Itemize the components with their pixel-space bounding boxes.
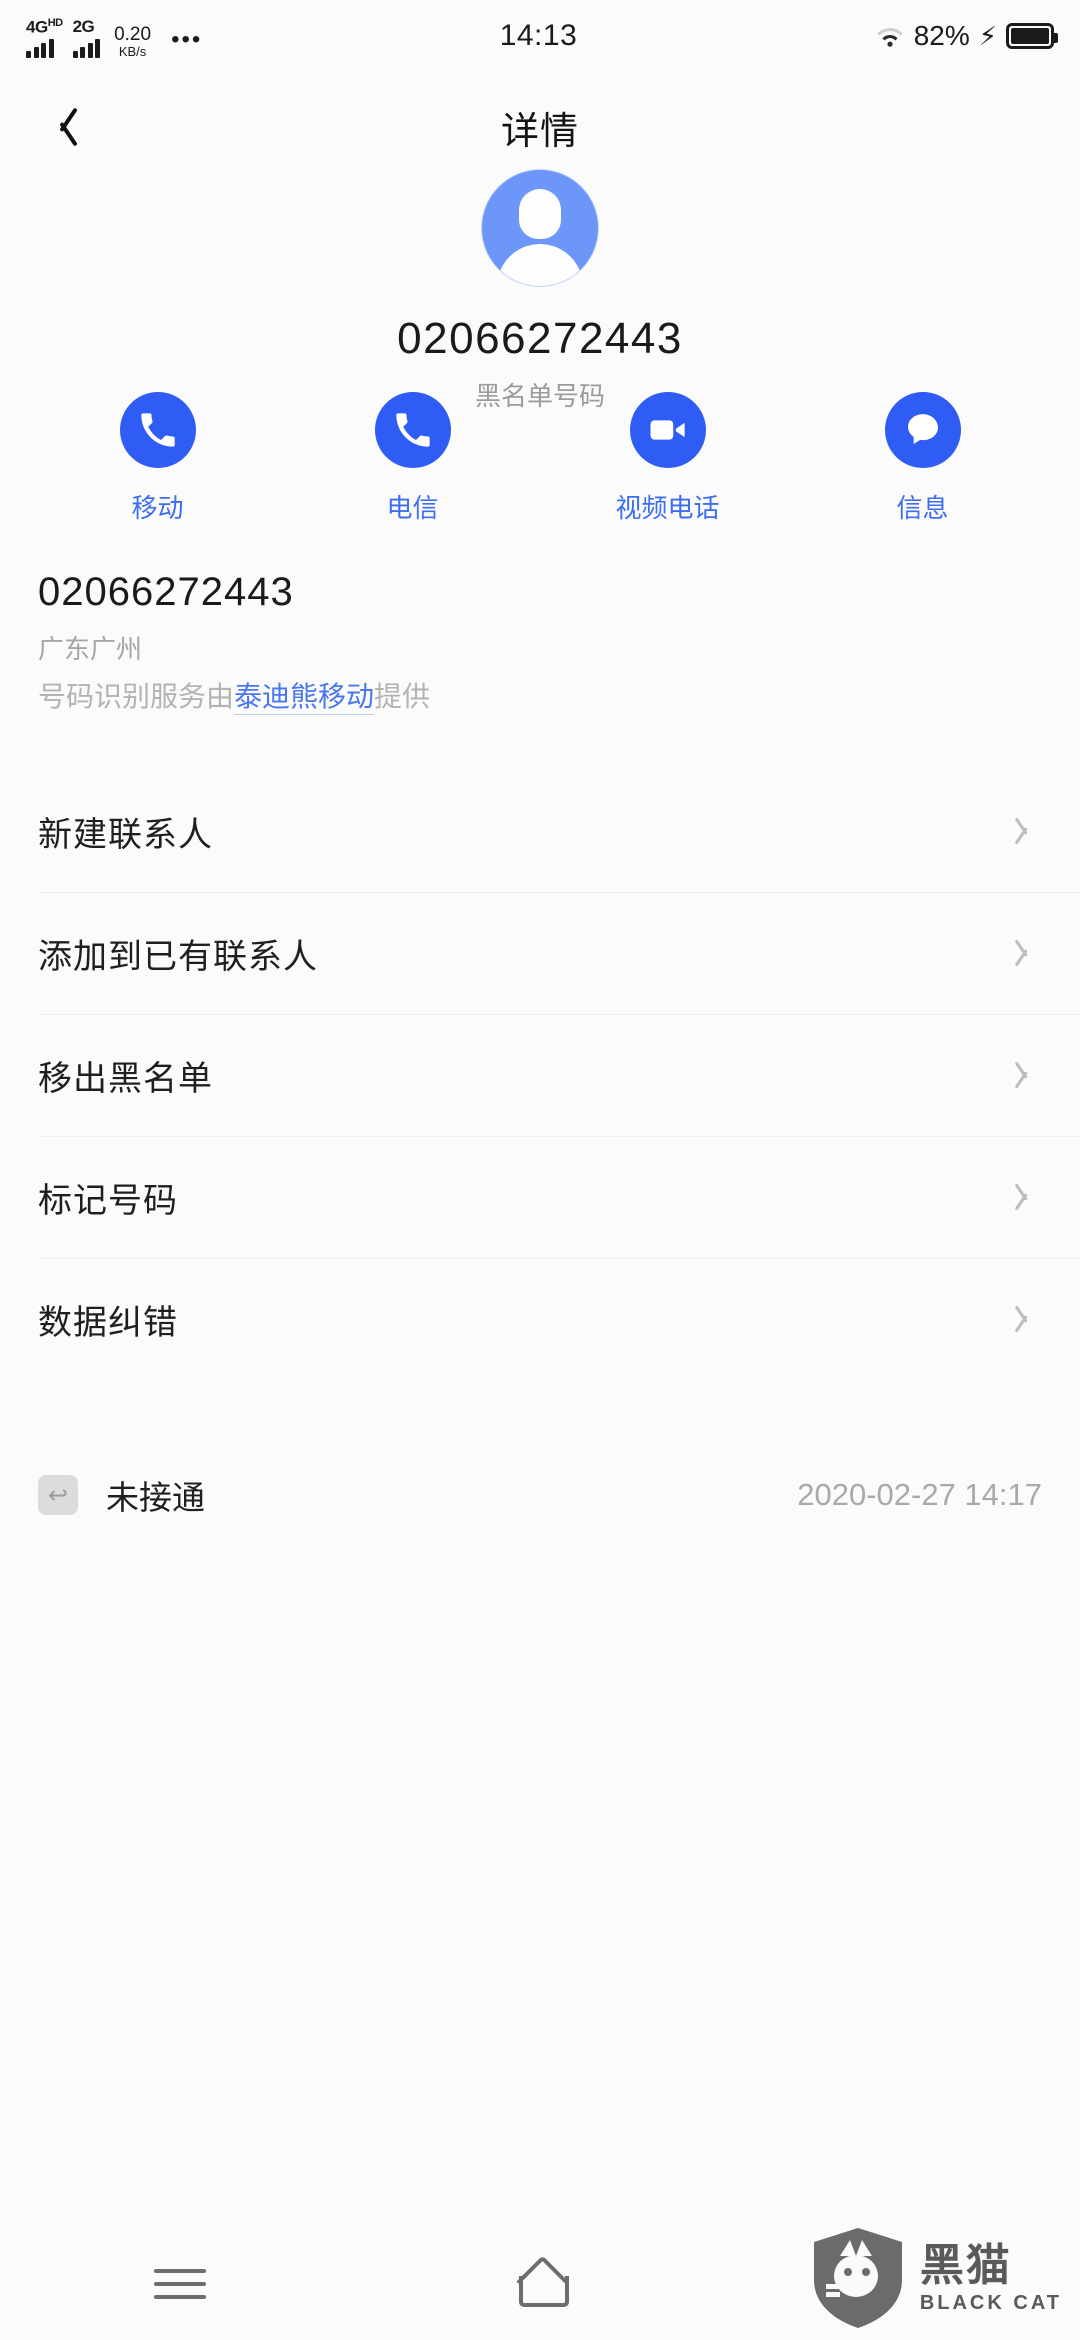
watermark-text: 黑猫 BLACK CAT: [919, 2240, 1062, 2314]
number-info-location: 广东广州: [38, 634, 143, 664]
home-icon: [512, 2261, 569, 2307]
status-bar: 4GHD 2G 0.20 KB/s ••• 14:13 82% ⚡: [0, 0, 1080, 72]
provider-note: 号码识别服务由泰迪熊移动提供: [38, 675, 1042, 715]
sim2-network-label: 2G: [72, 17, 95, 37]
action-label: 视频电话: [615, 493, 720, 523]
black-cat-shield-icon: [813, 2228, 902, 2328]
action-label: 电信: [386, 493, 439, 523]
provider-note-prefix: 号码识别服务由: [38, 681, 235, 712]
number-info-value: 02066272443: [38, 570, 294, 614]
missed-call-icon: ↩: [38, 1475, 78, 1515]
phone-icon: [119, 392, 196, 468]
action-label: 信息: [896, 493, 949, 523]
person-avatar-icon-head: [519, 189, 561, 239]
chevron-right-icon: [1016, 1303, 1034, 1335]
battery-percent-label: 82%: [913, 20, 970, 51]
menu-item-mark-number[interactable]: 标记号码: [0, 1136, 1080, 1258]
menu-item-label: 添加到已有联系人: [38, 937, 318, 976]
status-bar-right: 82% ⚡: [875, 20, 1058, 52]
action-button-telecom[interactable]: 电信: [285, 392, 540, 525]
status-bar-clock: 14:13: [499, 19, 578, 52]
sim2-signal-bars-icon: [72, 38, 101, 59]
menu-item-label: 标记号码: [38, 1181, 178, 1220]
network-speed: 0.20 KB/s: [114, 23, 152, 59]
call-log-timestamp: 2020-02-27 14:17: [797, 1477, 1042, 1512]
menu-item-label: 新建联系人: [38, 815, 213, 854]
nav-recents-button[interactable]: [0, 2228, 360, 2340]
action-button-mobile[interactable]: 移动: [30, 392, 285, 525]
phone-icon: [374, 392, 451, 468]
watermark-en: BLACK CAT: [919, 2291, 1062, 2314]
sim1-network-label: 4GHD: [26, 16, 63, 37]
battery-icon: [1006, 23, 1058, 49]
menu-item-label: 移出黑名单: [38, 1059, 213, 1098]
action-label: 移动: [131, 493, 184, 523]
message-bubble-icon: [884, 392, 961, 468]
menu-item-new-contact[interactable]: 新建联系人: [0, 770, 1080, 892]
menu-item-label: 数据纠错: [38, 1303, 178, 1342]
chevron-right-icon: [1016, 1181, 1034, 1213]
status-overflow-icon: •••: [171, 26, 203, 54]
menu-item-report-data-error[interactable]: 数据纠错: [0, 1258, 1080, 1380]
number-info: 02066272443 广东广州: [38, 570, 1042, 666]
menu-item-remove-from-blacklist[interactable]: 移出黑名单: [0, 1014, 1080, 1136]
nav-home-button[interactable]: [360, 2228, 720, 2340]
action-button-video-call[interactable]: 视频电话: [540, 392, 795, 525]
sim1-signal: 4GHD: [26, 14, 63, 59]
status-bar-left: 4GHD 2G 0.20 KB/s •••: [26, 14, 202, 59]
call-log-status: 未接通: [106, 1479, 205, 1516]
action-button-message[interactable]: 信息: [795, 392, 1050, 525]
network-speed-value: 0.20: [114, 23, 152, 45]
network-speed-unit: KB/s: [118, 43, 147, 59]
menu-icon: [154, 2269, 206, 2299]
wifi-icon: [876, 28, 903, 47]
charging-bolt-icon: ⚡: [978, 20, 997, 51]
menu-item-add-to-existing-contact[interactable]: 添加到已有联系人: [0, 892, 1080, 1014]
provider-link[interactable]: 泰迪熊移动: [234, 681, 375, 715]
watermark-cn: 黑猫: [919, 2240, 1012, 2290]
provider-note-suffix: 提供: [374, 681, 431, 712]
sim1-signal-bars-icon: [26, 38, 54, 59]
profile-phone-number: 02066272443: [397, 314, 683, 363]
chevron-right-icon: [1016, 815, 1034, 847]
profile-header: 02066272443 黑名单号码: [0, 170, 1080, 413]
avatar: [482, 170, 598, 286]
chevron-right-icon: [1016, 1059, 1034, 1091]
app-bar: 详情: [0, 72, 1080, 182]
person-avatar-icon-body: [497, 244, 583, 286]
sim2-signal: 2G: [72, 17, 101, 59]
page-title: 详情: [500, 110, 579, 153]
video-camera-icon: [629, 392, 706, 468]
call-log-entry[interactable]: ↩ 未接通 2020-02-27 14:17: [0, 1465, 1080, 1525]
options-list: 新建联系人 添加到已有联系人 移出黑名单 标记号码 数据纠错: [0, 770, 1080, 1380]
watermark: 黑猫 BLACK CAT: [810, 2226, 1062, 2330]
action-buttons: 移动 电信 视频电话 信息: [0, 392, 1080, 525]
chevron-right-icon: [1016, 937, 1034, 969]
